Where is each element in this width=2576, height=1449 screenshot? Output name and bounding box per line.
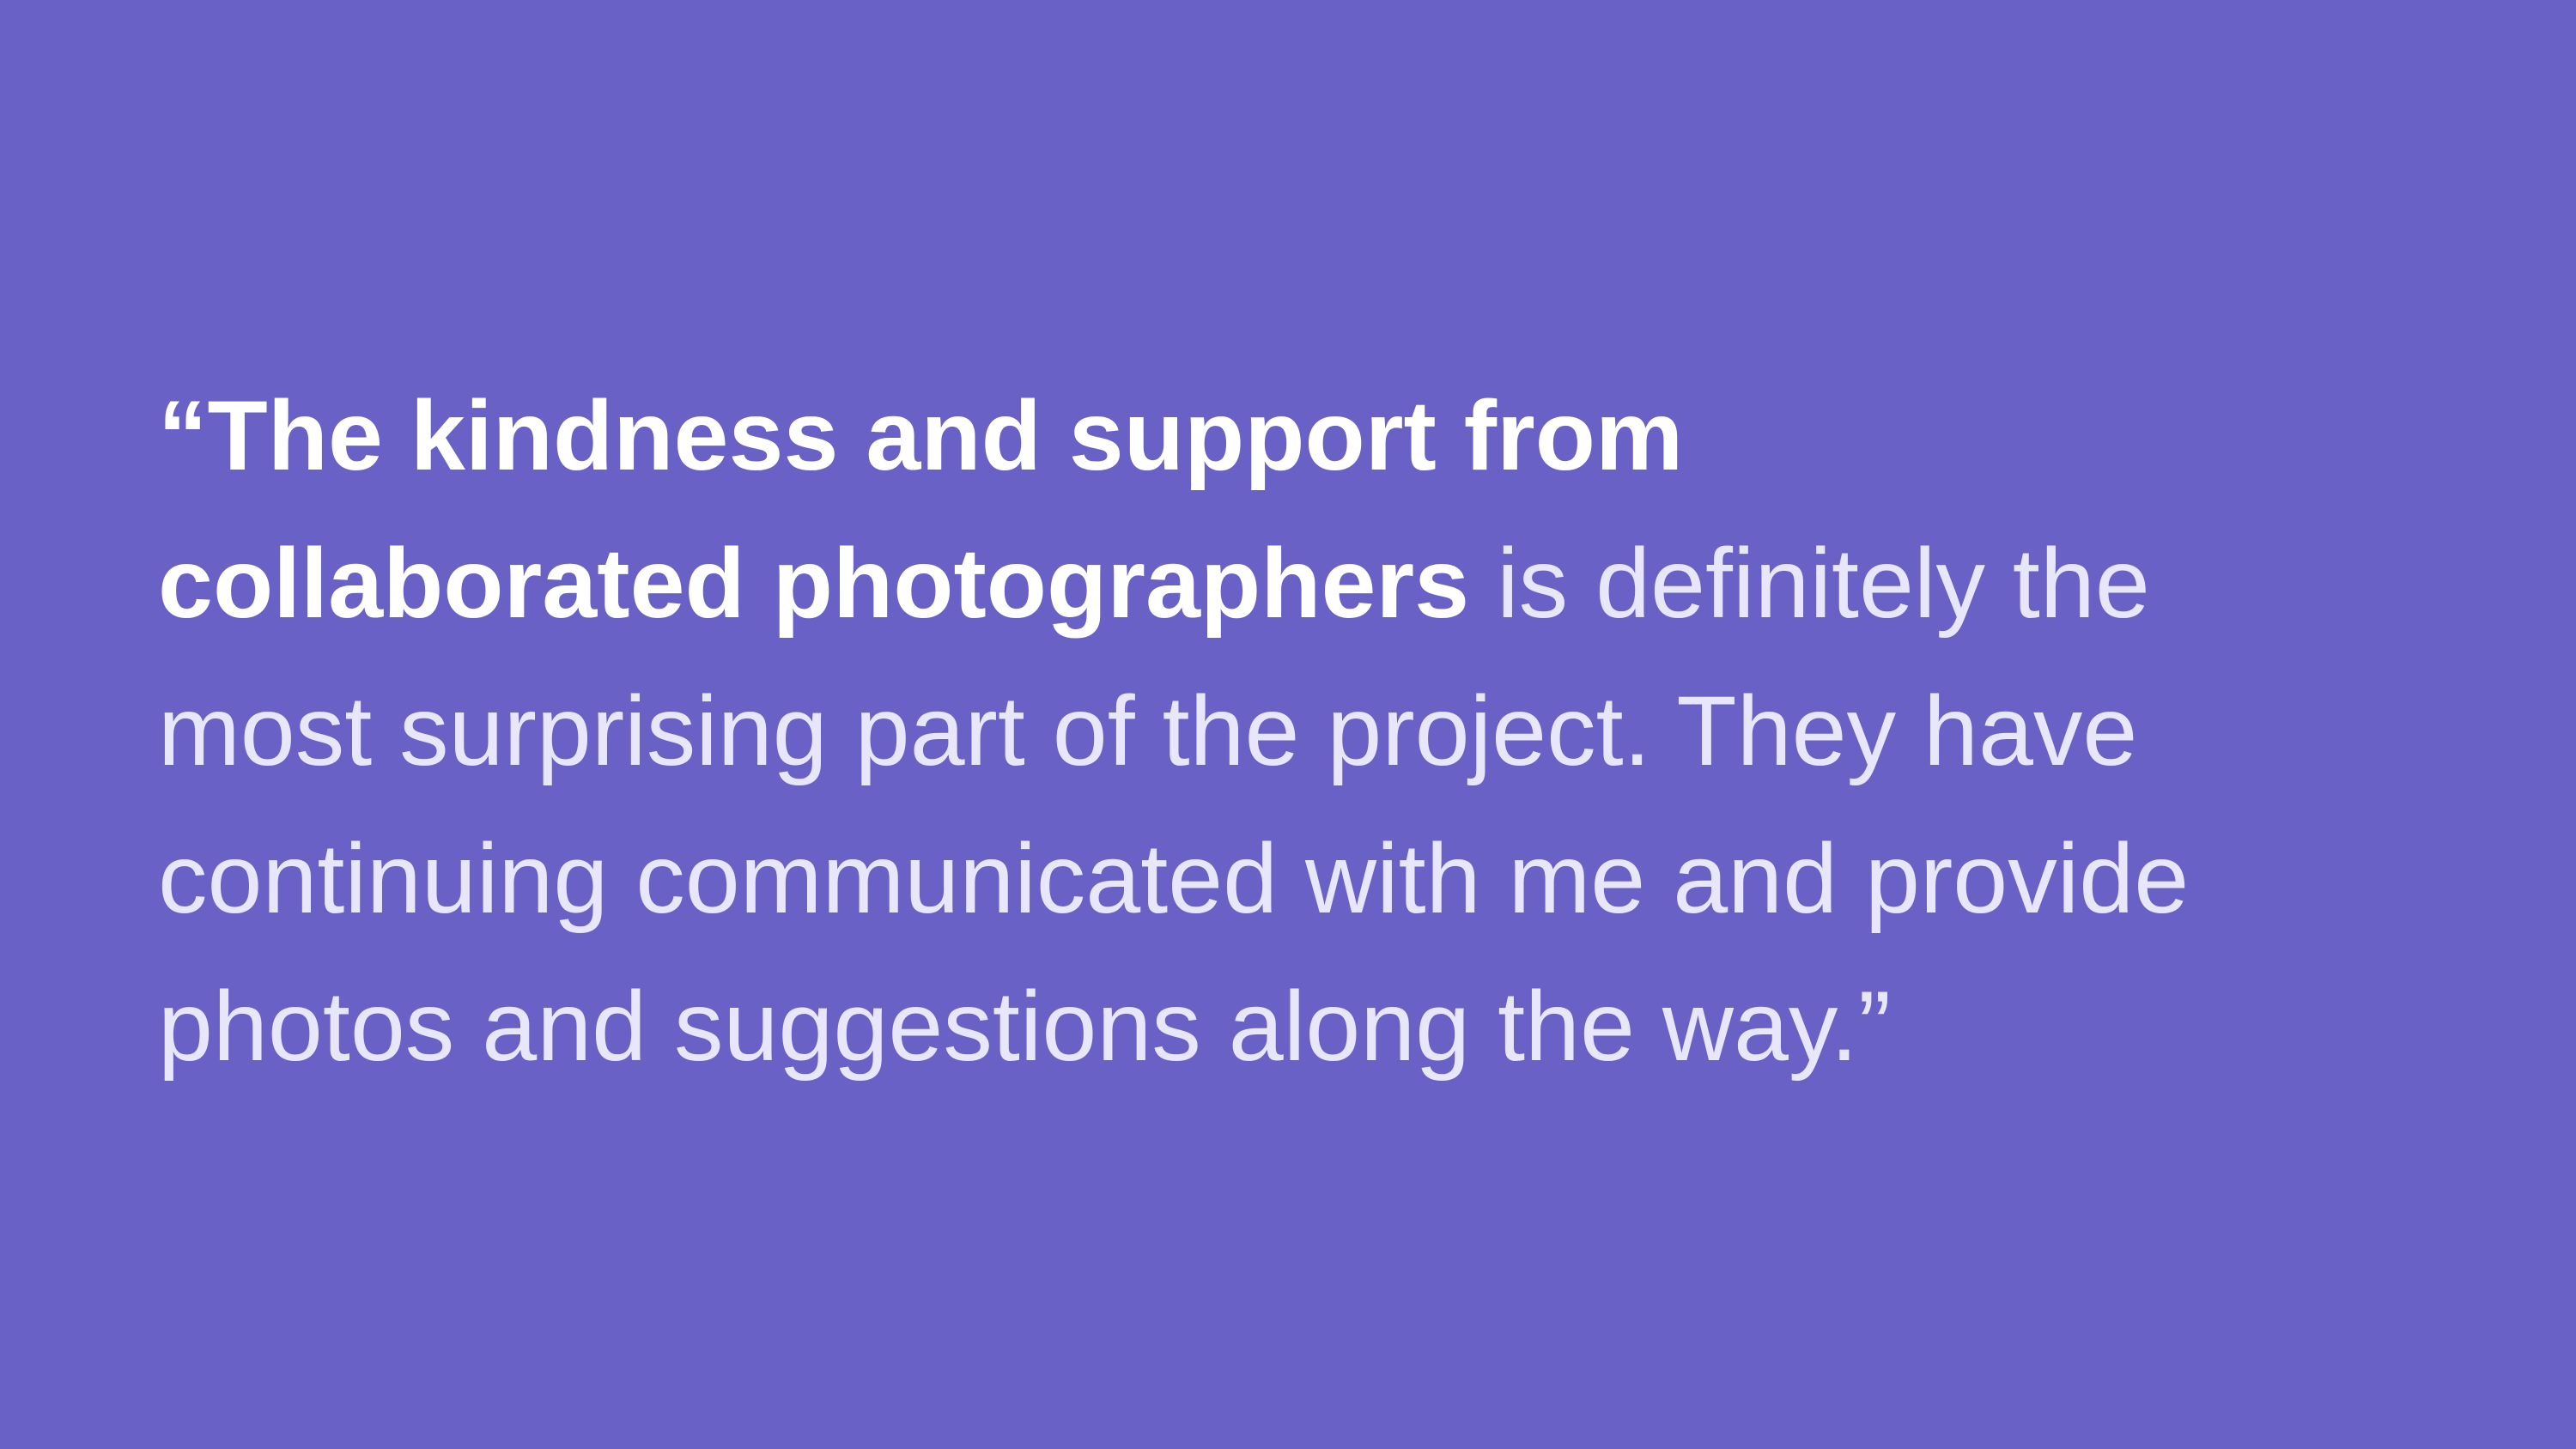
quote-line-5: photos and suggestions along the way.”: [158, 972, 1892, 1082]
quote-line-2: collaborated photographers is definitely…: [158, 510, 2408, 658]
quote-emphasis-part-1: “The kindness and support from: [158, 381, 1684, 491]
quote-text-part-2: is definitely the: [1469, 529, 2150, 639]
quote-line-4: continuing communicated with me and prov…: [158, 824, 2190, 934]
quote-line-1: “The kindness and support from: [158, 362, 2408, 510]
quote-line-3: most surprising part of the project. The…: [158, 676, 2138, 786]
quote-emphasis-part-2: collaborated photographers: [158, 529, 1470, 639]
testimonial-quote: “The kindness and support from collabora…: [158, 362, 2408, 1100]
